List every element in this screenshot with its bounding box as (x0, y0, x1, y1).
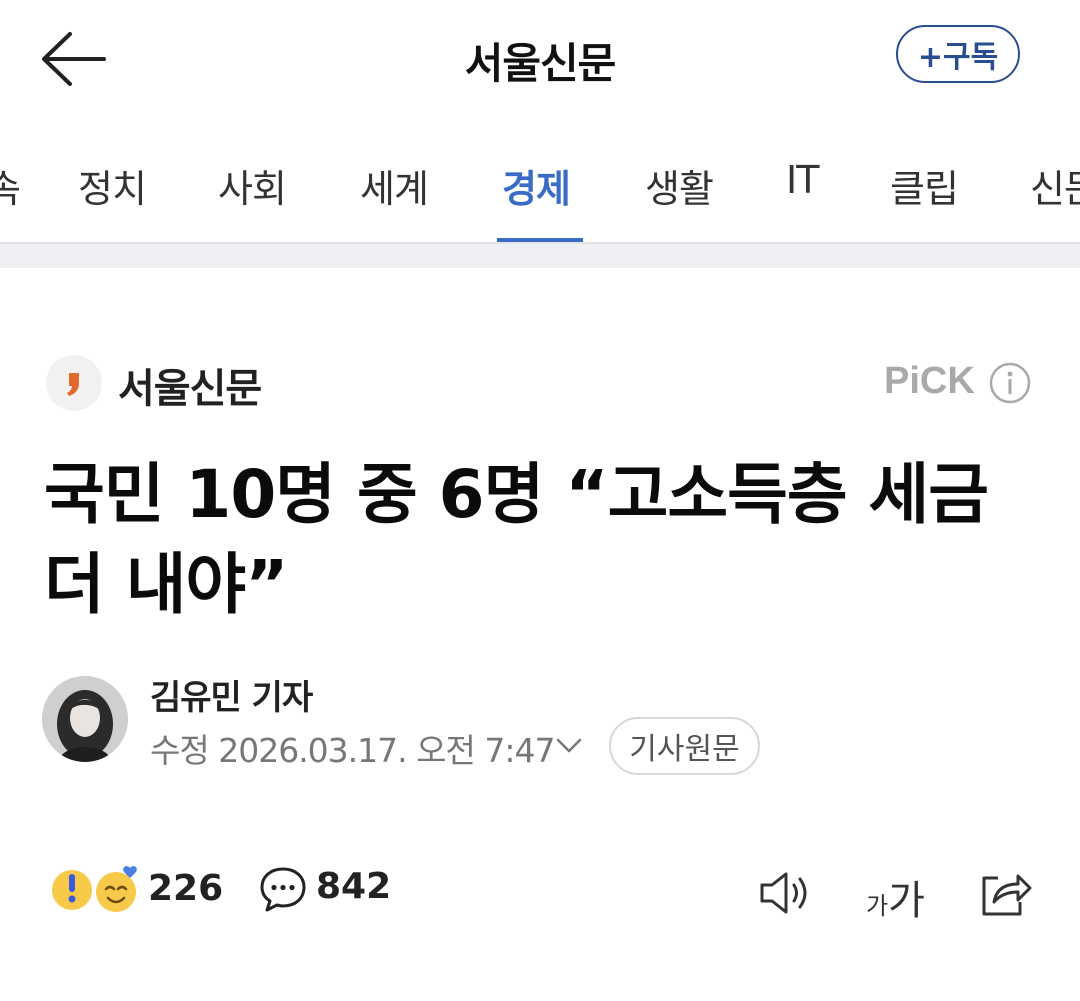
section-separator (0, 244, 1080, 268)
author-avatar[interactable] (42, 676, 128, 762)
tab-society[interactable]: 사회 (218, 158, 287, 213)
font-size-small-glyph: 가 (866, 892, 889, 920)
pick-badge: PiCK (884, 360, 975, 402)
tab-politics[interactable]: 정치 (78, 158, 147, 213)
comment-count: 842 (316, 866, 392, 907)
tab-life[interactable]: 생활 (645, 158, 714, 213)
font-size-large-glyph: 가 (888, 878, 925, 924)
font-size-icon[interactable]: 가가 (866, 868, 925, 924)
tab-it[interactable]: IT (786, 158, 819, 202)
tab-clip[interactable]: 클립 (890, 158, 959, 213)
press-logo-icon[interactable] (46, 355, 102, 411)
article-date: 수정 2026.03.17. 오전 7:47 (150, 731, 555, 770)
share-icon[interactable] (976, 864, 1032, 920)
original-article-button[interactable]: 기사원문 (609, 717, 760, 775)
author-name[interactable]: 김유민 기자 (150, 670, 313, 719)
speaker-icon[interactable] (758, 868, 814, 918)
category-tabs: 속 정치 사회 세계 경제 생활 IT 클립 신문 (0, 120, 1080, 244)
tab-economy[interactable]: 경제 (502, 158, 571, 213)
comment-icon[interactable] (258, 864, 308, 914)
tab-world[interactable]: 세계 (360, 158, 429, 213)
tab-newspaper[interactable]: 신문 (1030, 158, 1080, 213)
article-headline: 국민 10명 중 6명 “고소득층 세금 더 내야” (44, 456, 989, 623)
tab-partial-left[interactable]: 속 (0, 158, 21, 213)
chevron-down-icon[interactable] (554, 730, 584, 760)
reaction-count: 226 (148, 868, 224, 909)
info-icon[interactable] (988, 361, 1032, 405)
top-bar: 서울신문 +구독 (0, 0, 1080, 120)
subscribe-button[interactable]: +구독 (896, 25, 1020, 83)
press-name[interactable]: 서울신문 (118, 356, 262, 414)
